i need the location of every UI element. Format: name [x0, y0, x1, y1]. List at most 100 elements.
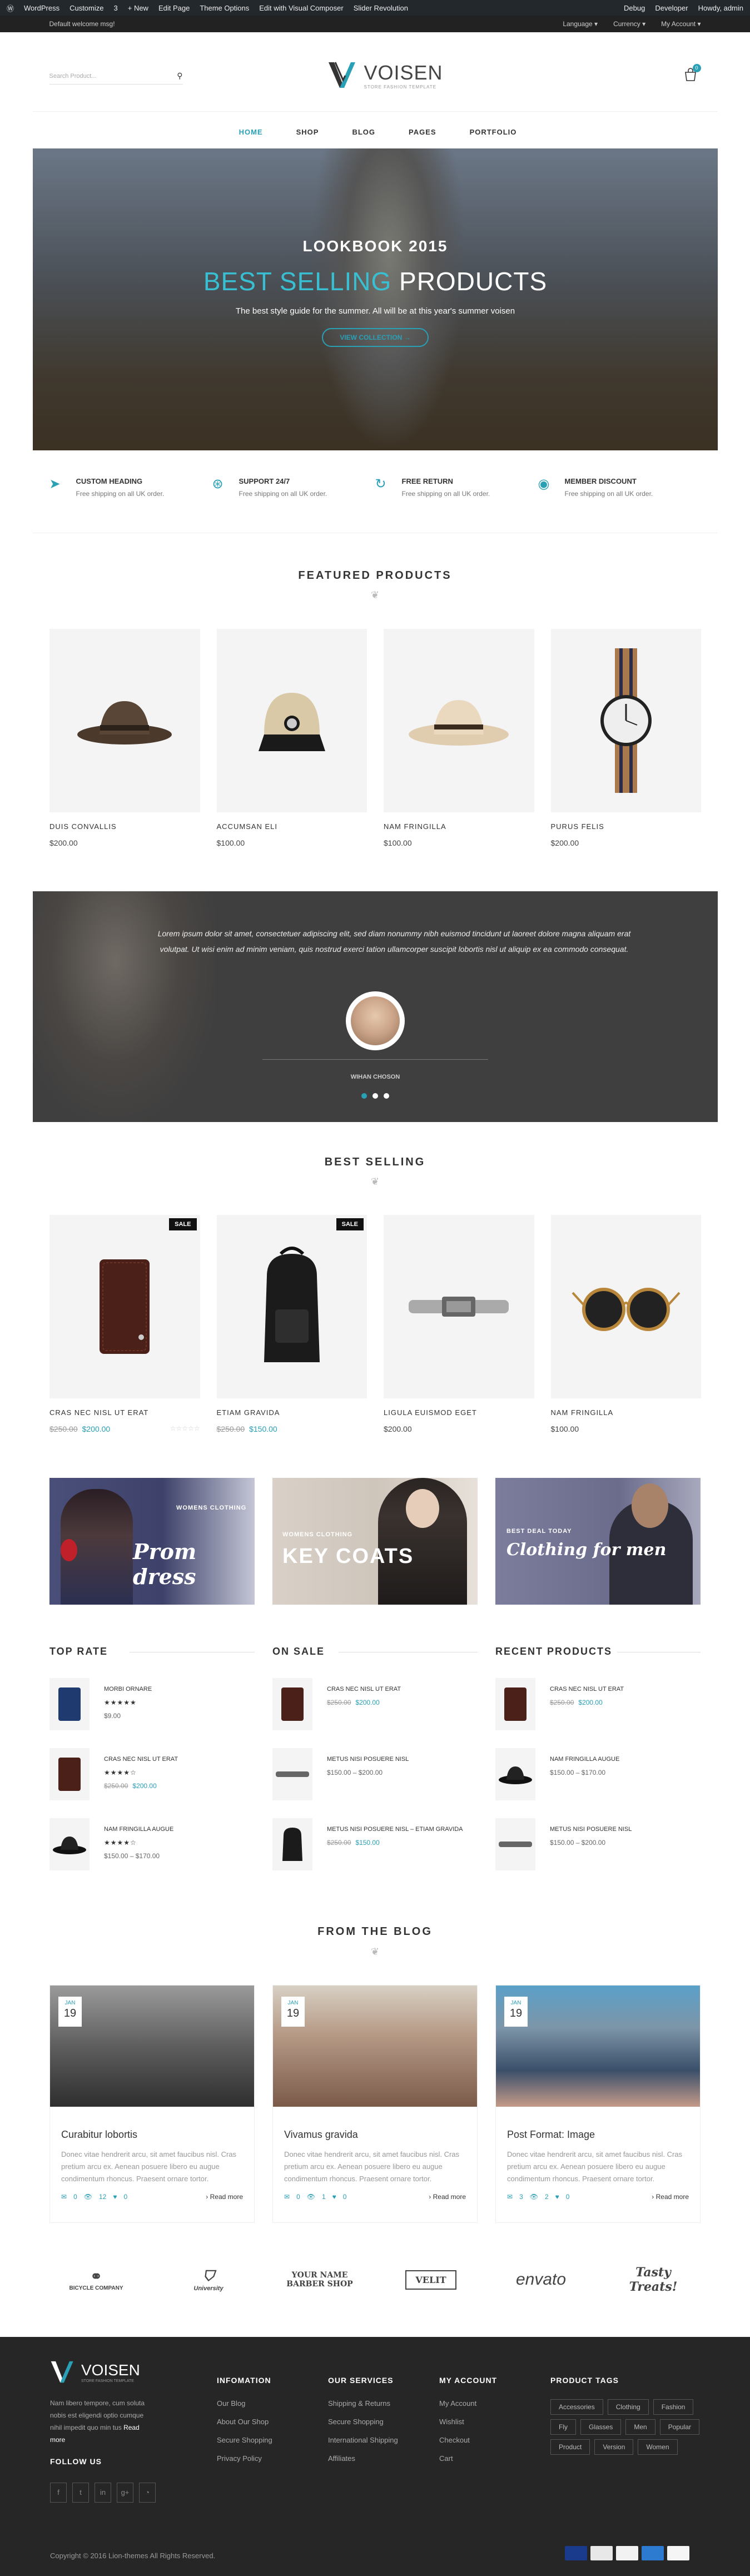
- footer-link[interactable]: Cart: [439, 2454, 497, 2463]
- admin-right-item[interactable]: Howdy, admin: [698, 4, 743, 12]
- twitter-icon[interactable]: t: [72, 2483, 89, 2503]
- admin-item[interactable]: WordPress: [24, 4, 59, 12]
- item-name[interactable]: CRAS NEC NISL UT ERAT: [104, 1753, 178, 1766]
- product-tag[interactable]: Clothing: [607, 2399, 649, 2415]
- product-tag[interactable]: Fly: [550, 2419, 576, 2435]
- footer-link[interactable]: Secure Shopping: [217, 2436, 272, 2444]
- admin-item[interactable]: Edit Page: [158, 4, 190, 12]
- read-more-link[interactable]: › Read more: [652, 2193, 689, 2201]
- product-card[interactable]: PURUS FELIS $200.00: [550, 629, 701, 847]
- product-image[interactable]: [49, 629, 200, 812]
- banner-key-coats[interactable]: WOMENS CLOTHING KEY COATS: [272, 1478, 478, 1605]
- admin-item[interactable]: Theme Options: [200, 4, 249, 12]
- product-tag[interactable]: Popular: [659, 2419, 700, 2435]
- view-collection-button[interactable]: VIEW COLLECTION →: [322, 328, 429, 347]
- product-card[interactable]: DUIS CONVALLIS $200.00: [49, 629, 200, 847]
- footer-link[interactable]: Privacy Policy: [217, 2454, 272, 2463]
- product-name[interactable]: NAM FRINGILLA: [551, 1408, 702, 1417]
- admin-item[interactable]: + New: [128, 4, 148, 12]
- currency-dropdown[interactable]: Currency ▾: [613, 20, 645, 28]
- product-tag[interactable]: Men: [625, 2419, 655, 2435]
- cart-button[interactable]: 0: [683, 64, 701, 82]
- nav-shop[interactable]: SHOP: [296, 128, 319, 136]
- heart-icon[interactable]: ♥: [555, 2193, 559, 2201]
- product-image[interactable]: [550, 629, 701, 812]
- read-more-link[interactable]: › Read more: [206, 2193, 243, 2201]
- product-name[interactable]: LIGULA EUISMOD EGET: [384, 1408, 534, 1417]
- footer-link[interactable]: About Our Shop: [217, 2418, 272, 2426]
- admin-item[interactable]: Customize: [69, 4, 103, 12]
- slider-dot[interactable]: [361, 1093, 367, 1099]
- heart-icon[interactable]: ♥: [332, 2193, 336, 2201]
- product-tag[interactable]: Glasses: [580, 2419, 622, 2435]
- brand-logo[interactable]: ⚭ BICYCLE COMPANY: [54, 2257, 138, 2302]
- product-card[interactable]: SALE ETIAM GRAVIDA $250.00 $150.00: [216, 1215, 367, 1433]
- item-name[interactable]: METUS NISI POSUERE NISL: [550, 1823, 632, 1836]
- product-image[interactable]: [384, 629, 534, 812]
- heart-icon[interactable]: ♥: [113, 2193, 117, 2201]
- banner-clothing-men[interactable]: BEST DEAL TODAY Clothing for men: [495, 1478, 701, 1605]
- product-card[interactable]: SALE CRAS NEC NISL UT ERAT $250.00 $200.0…: [49, 1215, 200, 1433]
- nav-blog[interactable]: BLOG: [352, 128, 375, 136]
- widget-item[interactable]: METUS NISI POSUERE NISL $150.00 – $200.00: [495, 1818, 701, 1888]
- widget-item[interactable]: NAM FRINGILLA AUGUE ★★★★☆ $150.00 – $170.0…: [49, 1818, 255, 1888]
- admin-right-item[interactable]: Debug: [624, 4, 645, 12]
- item-name[interactable]: MORBI ORNARE: [104, 1682, 152, 1696]
- product-tag[interactable]: Version: [594, 2439, 634, 2455]
- product-tag[interactable]: Fashion: [653, 2399, 694, 2415]
- widget-item[interactable]: NAM FRINGILLA AUGUE $150.00 – $170.00: [495, 1748, 701, 1818]
- search-icon[interactable]: ⚲: [177, 71, 182, 81]
- blog-post-image[interactable]: JAN 19: [50, 1986, 254, 2107]
- slider-dot[interactable]: [372, 1093, 378, 1099]
- linkedin-icon[interactable]: in: [95, 2483, 111, 2503]
- read-more-link[interactable]: › Read more: [429, 2193, 466, 2201]
- product-card[interactable]: ACCUMSAN ELI $100.00: [216, 629, 367, 847]
- brand-logo[interactable]: ⛉ University: [167, 2257, 250, 2302]
- admin-right-item[interactable]: Developer: [655, 4, 688, 12]
- product-card[interactable]: NAM FRINGILLA $100.00: [384, 629, 534, 847]
- post-title[interactable]: Post Format: Image: [507, 2129, 689, 2141]
- account-dropdown[interactable]: My Account ▾: [661, 20, 701, 28]
- product-tag[interactable]: Women: [638, 2439, 678, 2455]
- footer-link[interactable]: Shipping & Returns: [328, 2399, 398, 2408]
- blog-post-image[interactable]: JAN 19: [273, 1986, 477, 2107]
- admin-item[interactable]: Slider Revolution: [354, 4, 408, 12]
- item-name[interactable]: NAM FRINGILLA AUGUE: [104, 1823, 173, 1836]
- language-dropdown[interactable]: Language ▾: [563, 20, 598, 28]
- blog-post-image[interactable]: JAN 19: [496, 1986, 700, 2107]
- nav-home[interactable]: HOME: [239, 128, 263, 136]
- post-title[interactable]: Curabitur lobortis: [61, 2129, 243, 2141]
- product-name[interactable]: NAM FRINGILLA: [384, 822, 534, 831]
- widget-item[interactable]: CRAS NEC NISL UT ERAT $250.00 $200.00: [495, 1678, 701, 1748]
- product-name[interactable]: ETIAM GRAVIDA: [217, 1408, 367, 1417]
- footer-link[interactable]: Affiliates: [328, 2454, 398, 2463]
- rss-icon[interactable]: ◔: [139, 2483, 156, 2503]
- brand-logo[interactable]: VELIT: [389, 2257, 473, 2302]
- product-image[interactable]: SALE: [216, 1215, 367, 1398]
- brand-logo[interactable]: envato: [499, 2257, 583, 2302]
- widget-item[interactable]: CRAS NEC NISL UT ERAT $250.00 $200.00: [272, 1678, 478, 1748]
- item-name[interactable]: METUS NISI POSUERE NISL – ETIAM GRAVIDA: [327, 1823, 463, 1836]
- slider-dot[interactable]: [384, 1093, 389, 1099]
- footer-link[interactable]: My Account: [439, 2399, 497, 2408]
- widget-item[interactable]: CRAS NEC NISL UT ERAT ★★★★☆ $250.00 $200.00: [49, 1748, 255, 1818]
- site-logo[interactable]: VOISEN STORE FASHION TEMPLATE: [327, 60, 443, 90]
- product-image[interactable]: SALE: [49, 1215, 200, 1398]
- admin-item[interactable]: 3: [114, 4, 118, 12]
- product-tag[interactable]: Product: [550, 2439, 590, 2455]
- product-image[interactable]: [216, 629, 367, 812]
- footer-link[interactable]: Checkout: [439, 2436, 497, 2444]
- post-title[interactable]: Vivamus gravida: [284, 2129, 466, 2141]
- product-image[interactable]: [384, 1215, 534, 1398]
- wordpress-icon[interactable]: Ⓦ: [7, 3, 14, 13]
- brand-logo[interactable]: Tasty Treats!: [612, 2257, 695, 2302]
- nav-portfolio[interactable]: PORTFOLIO: [470, 128, 517, 136]
- footer-link[interactable]: Secure Shopping: [328, 2418, 398, 2426]
- admin-item[interactable]: Edit with Visual Composer: [259, 4, 344, 12]
- item-name[interactable]: CRAS NEC NISL UT ERAT: [550, 1682, 624, 1696]
- product-tag[interactable]: Accessories: [550, 2399, 603, 2415]
- footer-link[interactable]: Wishlist: [439, 2418, 497, 2426]
- product-name[interactable]: ACCUMSAN ELI: [217, 822, 367, 831]
- banner-prom-dress[interactable]: WOMENS CLOTHING Prom dress: [49, 1478, 255, 1605]
- widget-item[interactable]: METUS NISI POSUERE NISL $150.00 – $200.00: [272, 1748, 478, 1818]
